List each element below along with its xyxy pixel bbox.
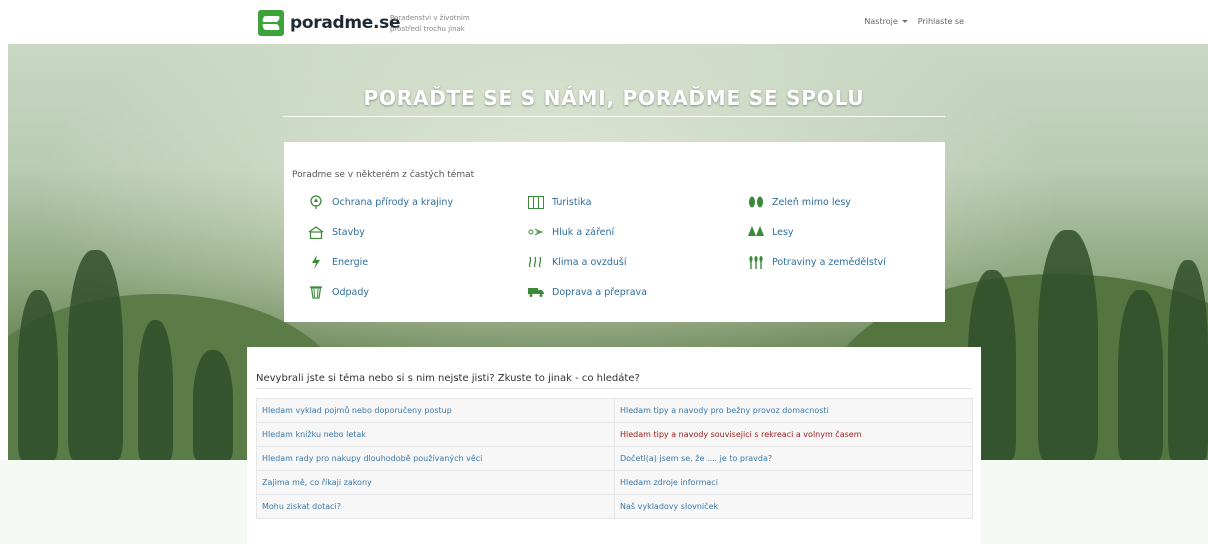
- building-icon: [308, 224, 324, 240]
- topic-tourism[interactable]: Turistika: [528, 194, 591, 210]
- search-option-link[interactable]: Dočetl(a) jsem se, že .... je to pravda?: [615, 447, 973, 471]
- topic-noise[interactable]: Hluk a záření: [528, 224, 614, 240]
- tree-shape: [68, 250, 123, 460]
- topic-label: Hluk a záření: [552, 226, 615, 238]
- logo-mark-icon: [258, 10, 284, 36]
- agriculture-icon: [748, 254, 764, 270]
- search-option-link[interactable]: Hledam tipy a navody pro bežny provoz do…: [615, 399, 973, 423]
- greenery-icon: [748, 194, 764, 210]
- hero-title: PORAĎTE SE S NÁMI, PORAĎME SE SPOLU: [363, 86, 865, 110]
- topics-heading: Poradme se v některém z častých témat: [292, 170, 475, 180]
- search-panel: Nevybrali jste si téma nebo si s nim nej…: [247, 347, 981, 544]
- search-row: Zajima mě, co říkaji zakony Hledam zdroj…: [257, 471, 973, 495]
- topic-label: Potraviny a zemědělství: [772, 256, 886, 268]
- search-option-link[interactable]: Naš vykladovy slovniček: [615, 495, 973, 519]
- topic-buildings[interactable]: Stavby: [308, 224, 365, 240]
- noise-icon: [528, 224, 544, 240]
- tree-shape: [1118, 290, 1163, 460]
- topic-label: Lesy: [772, 226, 794, 238]
- topic-greenery[interactable]: Zeleň mimo lesy: [748, 194, 851, 210]
- topic-transport[interactable]: Doprava a přeprava: [528, 284, 647, 300]
- nav-tools-dropdown[interactable]: Nastroje: [864, 17, 908, 26]
- site-logo[interactable]: poradme.se: [258, 10, 401, 36]
- caret-down-icon: [901, 20, 908, 23]
- tree-shape: [1168, 260, 1208, 460]
- site-header: poradme.se Poradenstvi v životním prostř…: [0, 0, 1208, 44]
- top-nav: Nastroje Prihlaste se: [864, 17, 964, 26]
- search-row: Hledam vyklad pojmů nebo doporučeny post…: [257, 399, 973, 423]
- tree-shape: [138, 320, 173, 460]
- search-row: Hledam knížku nebo letak Hledam tipy a n…: [257, 423, 973, 447]
- topic-waste[interactable]: Odpady: [308, 284, 369, 300]
- topic-agriculture[interactable]: Potraviny a zemědělství: [748, 254, 886, 270]
- search-option-link[interactable]: Zajima mě, co říkaji zakony: [257, 471, 615, 495]
- tree-shape: [1038, 230, 1098, 460]
- search-option-link[interactable]: Mohu ziskat dotaci?: [257, 495, 615, 519]
- search-row: Mohu ziskat dotaci? Naš vykladovy slovni…: [257, 495, 973, 519]
- topic-label: Turistika: [552, 196, 592, 208]
- tourism-map-icon: [528, 194, 544, 210]
- topic-nature-protection[interactable]: Ochrana přírody a krajiny: [308, 194, 453, 210]
- topic-label: Zeleň mimo lesy: [772, 196, 851, 208]
- tree-shape: [18, 290, 58, 460]
- logo-text: poradme.se: [290, 13, 401, 33]
- site-tagline: Poradenstvi v životním prostředí trochu …: [390, 14, 470, 33]
- tree-shape: [193, 350, 233, 460]
- forest-icon: [748, 224, 764, 240]
- search-options-grid: Hledam vyklad pojmů nebo doporučeny post…: [256, 398, 973, 519]
- search-divider: [256, 388, 972, 389]
- search-option-link[interactable]: Hledam vyklad pojmů nebo doporučeny post…: [257, 399, 615, 423]
- nav-login-link[interactable]: Prihlaste se: [918, 17, 964, 26]
- search-row: Hledam rady pro nakupy dlouhodobě použív…: [257, 447, 973, 471]
- topic-label: Odpady: [332, 286, 370, 298]
- search-option-link-hovered[interactable]: Hledam tipy a navody souvisejici s rekre…: [615, 423, 973, 447]
- topic-label: Stavby: [332, 226, 365, 238]
- search-option-link[interactable]: Hledam rady pro nakupy dlouhodobě použív…: [257, 447, 615, 471]
- topic-forests[interactable]: Lesy: [748, 224, 794, 240]
- search-option-link[interactable]: Hledam knížku nebo letak: [257, 423, 615, 447]
- search-heading: Nevybrali jste si téma nebo si s nim nej…: [256, 373, 640, 384]
- hero-divider: [283, 116, 945, 117]
- nav-tools-label: Nastroje: [864, 17, 898, 26]
- energy-icon: [308, 254, 324, 270]
- waste-bin-icon: [308, 284, 324, 300]
- climate-icon: [528, 254, 544, 270]
- topic-energy[interactable]: Energie: [308, 254, 368, 270]
- topic-label: Ochrana přírody a krajiny: [332, 196, 454, 208]
- topics-panel: Poradme se v některém z častých témat Oc…: [284, 142, 945, 322]
- topic-label: Energie: [332, 256, 369, 268]
- search-option-link[interactable]: Hledam zdroje informaci: [615, 471, 973, 495]
- topic-climate[interactable]: Klima a ovzduší: [528, 254, 627, 270]
- topic-label: Doprava a přeprava: [552, 286, 647, 298]
- nature-protection-icon: [308, 194, 324, 210]
- transport-truck-icon: [528, 284, 544, 300]
- topic-label: Klima a ovzduší: [552, 256, 627, 268]
